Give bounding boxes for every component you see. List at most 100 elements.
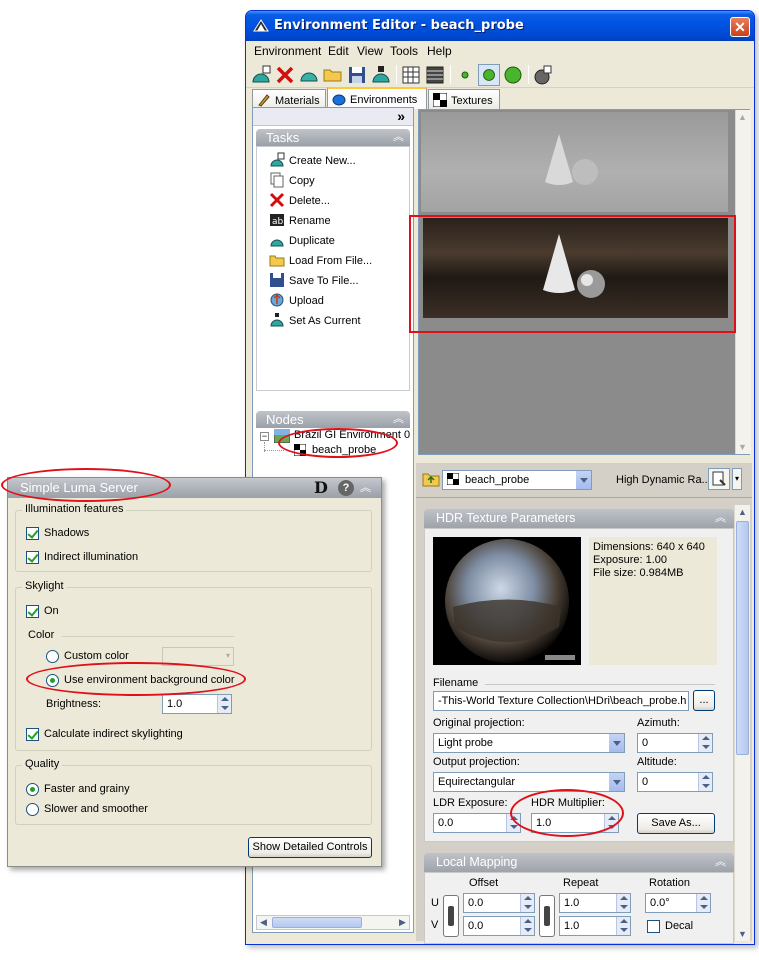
save-icon[interactable] xyxy=(346,64,368,86)
task-load-from-file[interactable]: Load From File... xyxy=(269,252,372,270)
collapse-icon[interactable]: ︽ xyxy=(715,853,726,872)
texture-type-dropdown[interactable]: beach_probe xyxy=(442,470,592,490)
task-set-as-current[interactable]: Set As Current xyxy=(269,312,361,330)
repeat-u-field[interactable]: 1.0 xyxy=(559,893,631,913)
repeat-lock-icon[interactable] xyxy=(539,895,555,937)
spinner-icon[interactable] xyxy=(696,894,710,912)
browse-button[interactable]: ... xyxy=(693,690,715,711)
scroll-thumb[interactable] xyxy=(736,521,749,755)
calculate-indirect-checkbox[interactable] xyxy=(26,728,39,741)
faster-grainy-radio[interactable] xyxy=(26,783,39,796)
scroll-left-icon[interactable]: ◀ xyxy=(257,916,270,929)
original-projection-dropdown[interactable]: Light probe xyxy=(433,733,625,753)
d-icon[interactable]: D xyxy=(314,478,328,497)
scroll-right-icon[interactable]: ▶ xyxy=(396,916,409,929)
menu-tools[interactable]: Tools xyxy=(390,44,418,58)
dome-icon[interactable] xyxy=(298,64,320,86)
dropdown-arrow-icon[interactable] xyxy=(575,471,591,489)
spinner-icon[interactable] xyxy=(520,894,534,912)
menu-environment[interactable]: Environment xyxy=(254,44,321,58)
repeat-v-field[interactable]: 1.0 xyxy=(559,916,631,936)
small-sphere-icon[interactable] xyxy=(454,64,476,86)
properties-vertical-scrollbar[interactable]: ▲ ▼ xyxy=(734,505,750,941)
spinner-icon[interactable] xyxy=(520,917,534,935)
sidebar-expander[interactable]: » xyxy=(253,108,413,126)
decal-checkbox[interactable] xyxy=(647,920,660,933)
nodes-header[interactable]: Nodes ︽ xyxy=(256,411,410,428)
hdr-parameters-header[interactable]: HDR Texture Parameters ︽ xyxy=(424,509,734,528)
horizontal-scrollbar[interactable]: ◀ ▶ xyxy=(256,915,410,930)
shadows-checkbox[interactable] xyxy=(26,527,39,540)
highlight-ellipse xyxy=(26,662,246,696)
brightness-field[interactable]: 1.0 xyxy=(162,694,232,714)
scroll-thumb[interactable] xyxy=(272,917,362,928)
create-new-icon[interactable] xyxy=(250,64,272,86)
offset-u-field[interactable]: 0.0 xyxy=(463,893,535,913)
large-sphere-icon[interactable] xyxy=(502,64,524,86)
spinner-icon[interactable] xyxy=(698,734,712,752)
offset-v-field[interactable]: 0.0 xyxy=(463,916,535,936)
set-current-icon[interactable] xyxy=(370,64,392,86)
scroll-down-icon[interactable]: ▼ xyxy=(738,929,747,939)
close-button[interactable]: ✕ xyxy=(730,17,750,37)
grid-view-icon[interactable] xyxy=(400,64,422,86)
save-as-button[interactable]: Save As... xyxy=(637,813,715,834)
render-options-icon[interactable] xyxy=(532,64,554,86)
show-detailed-controls-button[interactable]: Show Detailed Controls xyxy=(248,837,372,858)
tab-materials[interactable]: Materials xyxy=(252,89,326,109)
task-save-to-file[interactable]: Save To File... xyxy=(269,272,359,290)
tab-environments[interactable]: Environments xyxy=(327,87,427,109)
task-rename[interactable]: ab Rename xyxy=(269,212,331,230)
tab-textures[interactable]: Textures xyxy=(428,89,500,109)
collapse-icon[interactable]: ︽ xyxy=(715,509,726,528)
task-copy[interactable]: Copy xyxy=(269,172,315,190)
medium-sphere-icon[interactable] xyxy=(478,64,500,86)
texture-options-dropdown[interactable]: ▾ xyxy=(732,468,742,490)
menu-edit[interactable]: Edit xyxy=(328,44,349,58)
tree-collapse-toggle[interactable]: − xyxy=(260,432,269,441)
altitude-field[interactable]: 0 xyxy=(637,772,713,792)
folder-up-icon[interactable] xyxy=(422,471,440,487)
dropdown-arrow-icon[interactable] xyxy=(608,734,624,752)
collapse-icon[interactable]: ︽ xyxy=(393,411,404,428)
spinner-icon[interactable] xyxy=(616,917,630,935)
task-delete[interactable]: Delete... xyxy=(269,192,330,210)
delete-icon[interactable] xyxy=(274,64,296,86)
menu-view[interactable]: View xyxy=(357,44,383,58)
rotation-field[interactable]: 0.0° xyxy=(645,893,711,913)
task-upload[interactable]: Upload xyxy=(269,292,324,310)
spinner-icon[interactable] xyxy=(217,695,231,713)
skylight-on-checkbox[interactable] xyxy=(26,605,39,618)
collapse-icon[interactable]: ︽ xyxy=(393,129,404,146)
hdr-probe-thumbnail xyxy=(433,537,581,665)
help-icon[interactable]: ? xyxy=(338,480,354,496)
slower-smoother-radio[interactable] xyxy=(26,803,39,816)
ldr-exposure-field[interactable]: 0.0 xyxy=(433,813,521,833)
indirect-illumination-checkbox[interactable] xyxy=(26,551,39,564)
preview-vertical-scrollbar[interactable]: ▲ ▼ xyxy=(735,110,751,454)
task-create-new[interactable]: Create New... xyxy=(269,152,356,170)
collapse-icon[interactable]: ︽ xyxy=(360,479,371,495)
expand-arrow-icon[interactable]: » xyxy=(397,108,405,124)
filename-field[interactable]: -This-World Texture Collection\HDri\beac… xyxy=(433,691,689,711)
spinner-icon[interactable] xyxy=(616,894,630,912)
offset-lock-icon[interactable] xyxy=(443,895,459,937)
texture-options-button[interactable] xyxy=(708,468,730,490)
list-view-icon[interactable] xyxy=(424,64,446,86)
scroll-down-icon[interactable]: ▼ xyxy=(738,442,747,452)
tasks-header[interactable]: Tasks ︽ xyxy=(256,129,410,146)
preview-swatch-default[interactable] xyxy=(421,112,728,212)
azimuth-field[interactable]: 0 xyxy=(637,733,713,753)
output-projection-dropdown[interactable]: Equirectangular xyxy=(433,772,625,792)
menu-help[interactable]: Help xyxy=(427,44,452,58)
local-mapping-header[interactable]: Local Mapping ︽ xyxy=(424,853,734,872)
scroll-up-icon[interactable]: ▲ xyxy=(738,507,747,517)
scroll-up-icon[interactable]: ▲ xyxy=(738,112,747,122)
title-bar[interactable]: Environment Editor - beach_probe ✕ xyxy=(246,11,754,41)
task-duplicate[interactable]: Duplicate xyxy=(269,232,335,250)
spinner-icon[interactable] xyxy=(698,773,712,791)
dropdown-arrow-icon[interactable] xyxy=(608,773,624,791)
custom-color-radio[interactable] xyxy=(46,650,59,663)
dropdown-arrow-icon[interactable]: ▾ xyxy=(226,651,230,660)
open-folder-icon[interactable] xyxy=(322,64,344,86)
